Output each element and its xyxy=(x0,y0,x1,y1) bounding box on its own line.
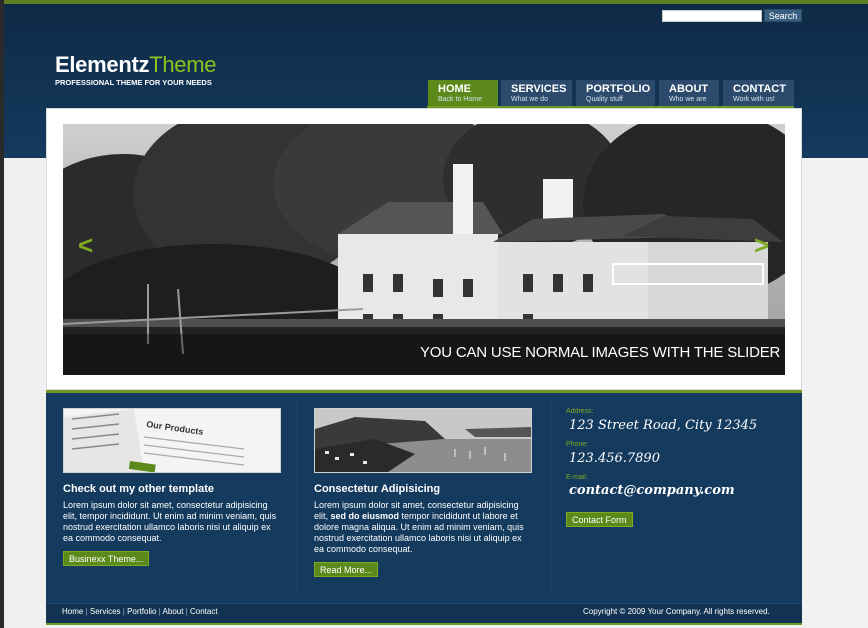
column-2-text-bold: sed do eiusmod xyxy=(330,511,400,521)
copyright-text: Copyright © 2009 Your Company. All right… xyxy=(583,607,770,616)
address-value: 123 Street Road, City 12345 xyxy=(569,418,758,433)
page-background-right xyxy=(802,158,868,628)
site-tagline: PROFESSIONAL THEME FOR YOUR NEEDS xyxy=(55,78,212,87)
nav-contact-title: CONTACT xyxy=(733,83,786,95)
address-label: Address: xyxy=(566,408,594,415)
column-2-title: Consectetur Adipisicing xyxy=(314,483,441,495)
column-divider xyxy=(550,400,551,595)
nav-home-title: HOME xyxy=(438,83,471,95)
column-2-text: Lorem ipsum dolor sit amet, consectetur … xyxy=(314,500,534,555)
products-thumbnail[interactable]: Our Products xyxy=(63,408,281,473)
email-label: E-mail: xyxy=(566,474,588,481)
search-input[interactable] xyxy=(662,10,762,22)
read-more-button[interactable]: Read More... xyxy=(314,562,379,577)
nav-portfolio-subtitle: Quality stuff xyxy=(586,96,623,103)
nav-home-subtitle: Back to Home xyxy=(438,96,482,103)
footer-link-portfolio[interactable]: Portfolio xyxy=(127,607,156,616)
nav-about-subtitle: Who we are xyxy=(669,96,707,103)
top-accent-bar xyxy=(0,0,868,4)
footer-link-services[interactable]: Services xyxy=(90,607,121,616)
harbor-thumbnail[interactable] xyxy=(314,408,532,473)
nav-home[interactable]: HOME Back to Home xyxy=(428,80,498,106)
email-value[interactable]: contact@company.com xyxy=(569,483,735,498)
nav-services-subtitle: What we do xyxy=(511,96,548,103)
column-1-title: Check out my other template xyxy=(63,483,214,495)
businexx-theme-button[interactable]: Businexx Theme... xyxy=(63,551,150,566)
nav-about-title: ABOUT xyxy=(669,83,709,95)
footer-link-about[interactable]: About xyxy=(163,607,184,616)
phone-value: 123.456.7890 xyxy=(569,451,660,466)
nav-contact-subtitle: Work with us! xyxy=(733,96,775,103)
search-button[interactable]: Search xyxy=(764,9,802,22)
footer-nav: Home | Services | Portfolio | About | Co… xyxy=(62,607,218,616)
contact-form-button[interactable]: Contact Form xyxy=(566,512,633,527)
nav-contact[interactable]: CONTACT Work with us! xyxy=(723,80,794,106)
nav-services-title: SERVICES xyxy=(511,83,567,95)
left-edge xyxy=(0,0,4,628)
nav-portfolio[interactable]: PORTFOLIO Quality stuff xyxy=(576,80,655,106)
slider-next-button[interactable]: > xyxy=(754,230,769,261)
footer-link-home[interactable]: Home xyxy=(62,607,83,616)
phone-label: Phone: xyxy=(566,441,589,448)
footer-bottom-border xyxy=(46,623,802,625)
nav-about[interactable]: ABOUT Who we are xyxy=(659,80,719,106)
slider-image xyxy=(63,124,785,375)
site-logo[interactable]: ElementzTheme xyxy=(55,52,216,78)
nav-services[interactable]: SERVICES What we do xyxy=(501,80,572,106)
column-divider xyxy=(297,400,298,595)
nav-portfolio-title: PORTFOLIO xyxy=(586,83,651,95)
footer-link-contact[interactable]: Contact xyxy=(190,607,218,616)
slider-caption: YOU CAN USE NORMAL IMAGES WITH THE SLIDE… xyxy=(420,344,781,361)
slider-prev-button[interactable]: < xyxy=(78,230,93,261)
logo-text-accent: Theme xyxy=(149,52,217,77)
logo-text-primary: Elementz xyxy=(55,52,150,77)
column-1-text: Lorem ipsum dolor sit amet, consectetur … xyxy=(63,500,277,543)
